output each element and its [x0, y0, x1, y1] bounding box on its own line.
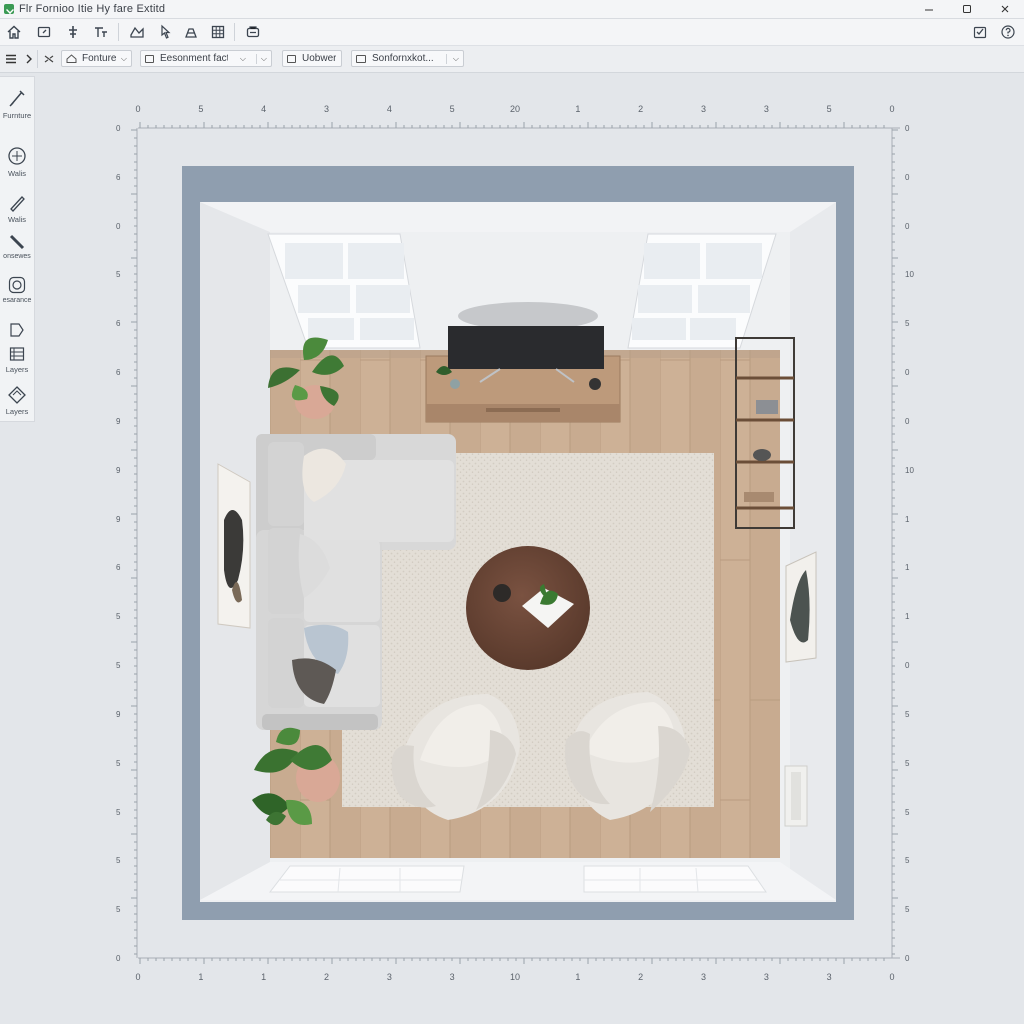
wall-art-left[interactable]: [217, 463, 251, 629]
ruler-label: 3: [763, 972, 769, 982]
ruler-label: 0: [905, 368, 910, 378]
ruler-label: 0: [905, 661, 910, 671]
ruler-label: 4: [386, 104, 392, 114]
ruler-label: 3: [386, 972, 392, 982]
ruler-label: 0: [116, 954, 121, 963]
ruler-label: 5: [116, 856, 121, 866]
ruler-label: 6: [116, 368, 121, 378]
tool-select[interactable]: [0, 321, 34, 339]
ruler-label: 5: [116, 758, 121, 768]
ruler-label: 2: [323, 972, 330, 982]
ruler-label: 10: [905, 270, 914, 280]
ruler-label: 3: [826, 972, 832, 982]
ruler-label: 0: [889, 104, 895, 114]
tool-label: Walis: [7, 215, 27, 224]
ruler-label: 1: [905, 563, 910, 573]
ruler-label: 1: [198, 972, 204, 982]
ruler-label: 0: [116, 124, 121, 133]
ruler-label: 10: [509, 972, 521, 982]
ruler-label: 5: [449, 104, 455, 114]
left-tool-panel: Furnture Walis Walis onsewes esarance La…: [0, 76, 35, 422]
ruler-label: 0: [905, 172, 910, 182]
ruler-label: 5: [116, 905, 121, 915]
ruler-label: 3: [700, 972, 707, 982]
ruler-label: 5: [905, 905, 910, 915]
back-wall-face: [200, 202, 836, 232]
ruler-label: 9: [116, 465, 121, 475]
ruler-left: [131, 128, 138, 958]
ruler-label: 5: [905, 856, 910, 866]
ruler-label: 5: [116, 612, 121, 622]
ruler-bottom: [138, 957, 900, 964]
compass-icon: [8, 147, 26, 165]
layers-list-icon: [9, 347, 25, 361]
tool-layers[interactable]: Layers: [0, 345, 34, 374]
tool-appearance[interactable]: esarance: [0, 275, 34, 304]
tool-furniture[interactable]: Furnture: [0, 87, 34, 120]
ruler-label: 1: [575, 972, 581, 982]
ruler-label: 1: [575, 104, 581, 114]
tool-walls[interactable]: Walis: [0, 145, 34, 178]
ruler-label: 1: [261, 972, 267, 982]
tool-measure[interactable]: onsewes: [0, 233, 34, 260]
ruler-label: 9: [116, 514, 121, 524]
ruler-label: 10: [905, 465, 914, 475]
ruler-label: 5: [905, 319, 910, 329]
ruler-label: 9: [116, 709, 121, 719]
tool-label: esarance: [2, 297, 32, 304]
ruler-label: 1: [905, 612, 910, 622]
cursor-icon: [10, 323, 24, 337]
ruler-label: 9: [116, 416, 121, 426]
ruler-label: 0: [889, 972, 895, 982]
ruler-label: 5: [826, 104, 832, 114]
tool-label: Layers: [5, 365, 29, 374]
window-bottom-right[interactable]: [583, 865, 767, 893]
ruler-label: 5: [198, 104, 204, 114]
ruler-label: 0: [905, 416, 910, 426]
ruler-label: 2: [638, 972, 644, 982]
target-icon: [8, 276, 26, 294]
ruler-icon: [9, 234, 25, 250]
ruler-label: 0: [905, 954, 910, 963]
ruler-label: 6: [116, 172, 121, 182]
ruler-right: [891, 128, 898, 958]
ruler-label: 5: [116, 270, 121, 280]
tool-label: Layers: [5, 407, 29, 416]
ruler-label: 5: [905, 807, 910, 817]
tool-label: Walis: [7, 169, 27, 178]
tool-layers-stack[interactable]: Layers: [0, 385, 34, 416]
ruler-label: 3: [449, 972, 455, 982]
design-canvas[interactable]: [0, 0, 1024, 1024]
ruler-label: 4: [261, 104, 267, 114]
ruler-label: 3: [323, 104, 330, 114]
tool-label: Furnture: [2, 111, 32, 120]
tool-label: onsewes: [3, 253, 31, 260]
ruler-label: 6: [116, 563, 121, 573]
window-bottom-left[interactable]: [268, 865, 465, 893]
coffee-table[interactable]: [466, 546, 590, 670]
layers-diamond-icon: [8, 386, 26, 404]
ruler-label: 20: [509, 104, 521, 114]
ruler-top: [138, 122, 900, 129]
ruler-label: 0: [135, 972, 141, 982]
tool-walls-draw[interactable]: Walis: [0, 193, 34, 224]
ruler-label: 0: [905, 124, 910, 133]
wall-art-right[interactable]: [785, 551, 817, 663]
tv-screen: [448, 326, 604, 369]
ruler-label: 5: [116, 661, 121, 671]
ruler-label: 3: [700, 104, 707, 114]
ruler-label: 1: [905, 514, 910, 524]
ruler-label: 5: [905, 709, 910, 719]
ruler-label: 0: [116, 221, 121, 231]
ruler-label: 3: [763, 104, 769, 114]
pencil-icon: [10, 196, 25, 212]
ruler-label: 2: [638, 104, 644, 114]
brush-icon: [9, 90, 25, 107]
ruler-label: 0: [905, 221, 910, 231]
ruler-label: 5: [116, 807, 121, 817]
ruler-label: 0: [135, 104, 141, 114]
ruler-label: 5: [905, 758, 910, 768]
ruler-label: 6: [116, 319, 121, 329]
